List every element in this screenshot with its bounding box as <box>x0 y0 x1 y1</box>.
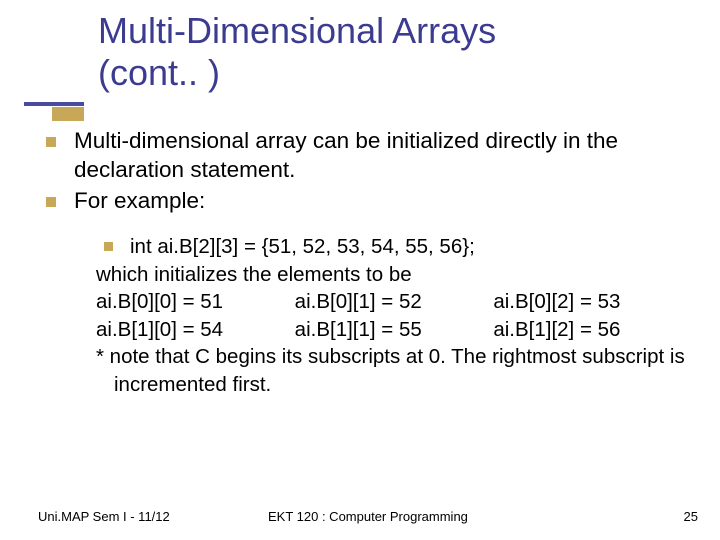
cell: ai.B[1][2] = 56 <box>493 316 692 343</box>
cell: ai.B[0][0] = 51 <box>96 288 295 315</box>
title-underline-decoration <box>24 102 84 106</box>
title-tab-decoration <box>52 107 84 121</box>
slide-title: Multi-Dimensional Arrays (cont.. ) <box>98 10 720 95</box>
title-line-1: Multi-Dimensional Arrays <box>98 10 496 51</box>
main-bullet-list: Multi-dimensional array can be initializ… <box>38 127 692 215</box>
sub-text-intro: which initializes the elements to be <box>96 261 692 288</box>
value-row-1: ai.B[1][0] = 54 ai.B[1][1] = 55 ai.B[1][… <box>96 316 692 343</box>
sub-content: int ai.B[2][3] = {51, 52, 53, 54, 55, 56… <box>38 233 692 398</box>
bullet-item: For example: <box>38 187 692 216</box>
footer-left: Uni.MAP Sem I - 11/12 <box>38 509 268 524</box>
title-line-2: (cont.. ) <box>98 52 220 93</box>
cell: ai.B[1][0] = 54 <box>96 316 295 343</box>
cell: ai.B[0][1] = 52 <box>295 288 494 315</box>
footer-center: EKT 120 : Computer Programming <box>268 509 638 524</box>
value-row-0: ai.B[0][0] = 51 ai.B[0][1] = 52 ai.B[0][… <box>96 288 692 315</box>
cell: ai.B[1][1] = 55 <box>295 316 494 343</box>
slide-footer: Uni.MAP Sem I - 11/12 EKT 120 : Computer… <box>0 509 720 524</box>
cell: ai.B[0][2] = 53 <box>493 288 692 315</box>
sub-note: * note that C begins its subscripts at 0… <box>96 343 692 398</box>
sub-bullet-code: int ai.B[2][3] = {51, 52, 53, 54, 55, 56… <box>96 233 692 260</box>
footer-page-number: 25 <box>638 509 698 524</box>
bullet-item: Multi-dimensional array can be initializ… <box>38 127 692 185</box>
